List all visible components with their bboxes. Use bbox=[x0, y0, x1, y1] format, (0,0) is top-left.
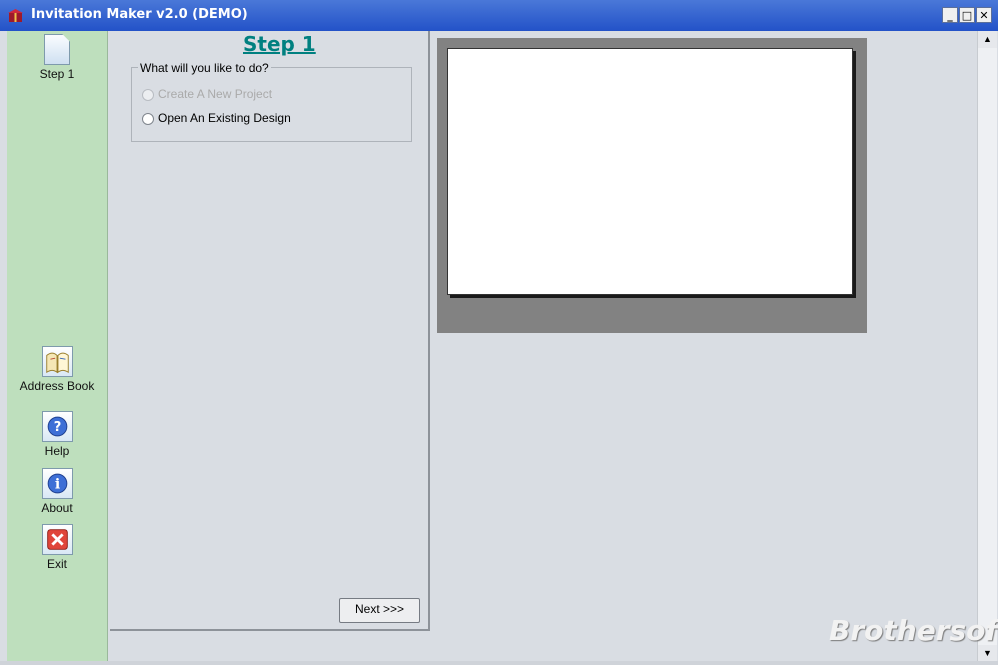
sidebar-item-label: About bbox=[41, 501, 73, 515]
action-groupbox: What will you like to do? Create A New P… bbox=[131, 61, 412, 142]
sidebar-item-label: Address Book bbox=[19, 379, 95, 393]
watermark: Brothersoft bbox=[829, 614, 998, 647]
scroll-up-icon[interactable]: ▲ bbox=[978, 31, 997, 48]
sidebar-item-label: Help bbox=[44, 444, 70, 458]
option-label: Open An Existing Design bbox=[158, 111, 291, 125]
action-question: What will you like to do? bbox=[138, 61, 271, 75]
window-title: Invitation Maker v2.0 (DEMO) bbox=[31, 7, 248, 22]
sidebar-item-help[interactable]: ? Help bbox=[7, 411, 107, 458]
sidebar-item-exit[interactable]: Exit bbox=[7, 524, 107, 571]
about-icon: i bbox=[41, 468, 73, 499]
next-button[interactable]: Next >>> bbox=[339, 598, 420, 623]
sidebar-item-label: Step 1 bbox=[39, 67, 75, 81]
invitation-preview-canvas bbox=[447, 48, 853, 295]
svg-text:?: ? bbox=[53, 420, 61, 435]
wizard-panel: Step 1 What will you like to do? Create … bbox=[110, 31, 430, 631]
step-title: Step 1 bbox=[243, 32, 316, 56]
document-icon bbox=[44, 34, 70, 65]
sidebar-item-label: Exit bbox=[46, 557, 67, 571]
scroll-down-icon[interactable]: ▼ bbox=[978, 645, 997, 662]
create-new-project-option: Create A New Project bbox=[142, 87, 272, 101]
option-label: Create A New Project bbox=[158, 87, 273, 101]
preview-panel bbox=[431, 31, 977, 662]
sidebar-item-address-book[interactable]: Address Book bbox=[7, 346, 107, 393]
title-bar: Invitation Maker v2.0 (DEMO) _ □ ✕ bbox=[0, 0, 998, 31]
window-bottom-edge bbox=[0, 661, 998, 665]
open-existing-design-option[interactable]: Open An Existing Design bbox=[142, 111, 291, 125]
sidebar-item-step1[interactable]: Step 1 bbox=[7, 34, 107, 81]
close-button[interactable]: ✕ bbox=[976, 7, 992, 23]
maximize-button[interactable]: □ bbox=[959, 7, 975, 23]
preview-frame bbox=[437, 38, 867, 333]
minimize-button[interactable]: _ bbox=[942, 7, 958, 23]
radio-button bbox=[142, 88, 154, 101]
vertical-scrollbar[interactable]: ▲ ▼ bbox=[977, 31, 997, 662]
address-book-icon bbox=[41, 346, 73, 377]
app-icon bbox=[8, 9, 23, 22]
svg-text:i: i bbox=[54, 477, 59, 493]
sidebar: Step 1 Address Book ? Help i About Exit bbox=[7, 31, 108, 661]
exit-icon bbox=[41, 524, 73, 555]
radio-button[interactable] bbox=[142, 112, 154, 125]
sidebar-item-about[interactable]: i About bbox=[7, 468, 107, 515]
help-icon: ? bbox=[41, 411, 73, 442]
